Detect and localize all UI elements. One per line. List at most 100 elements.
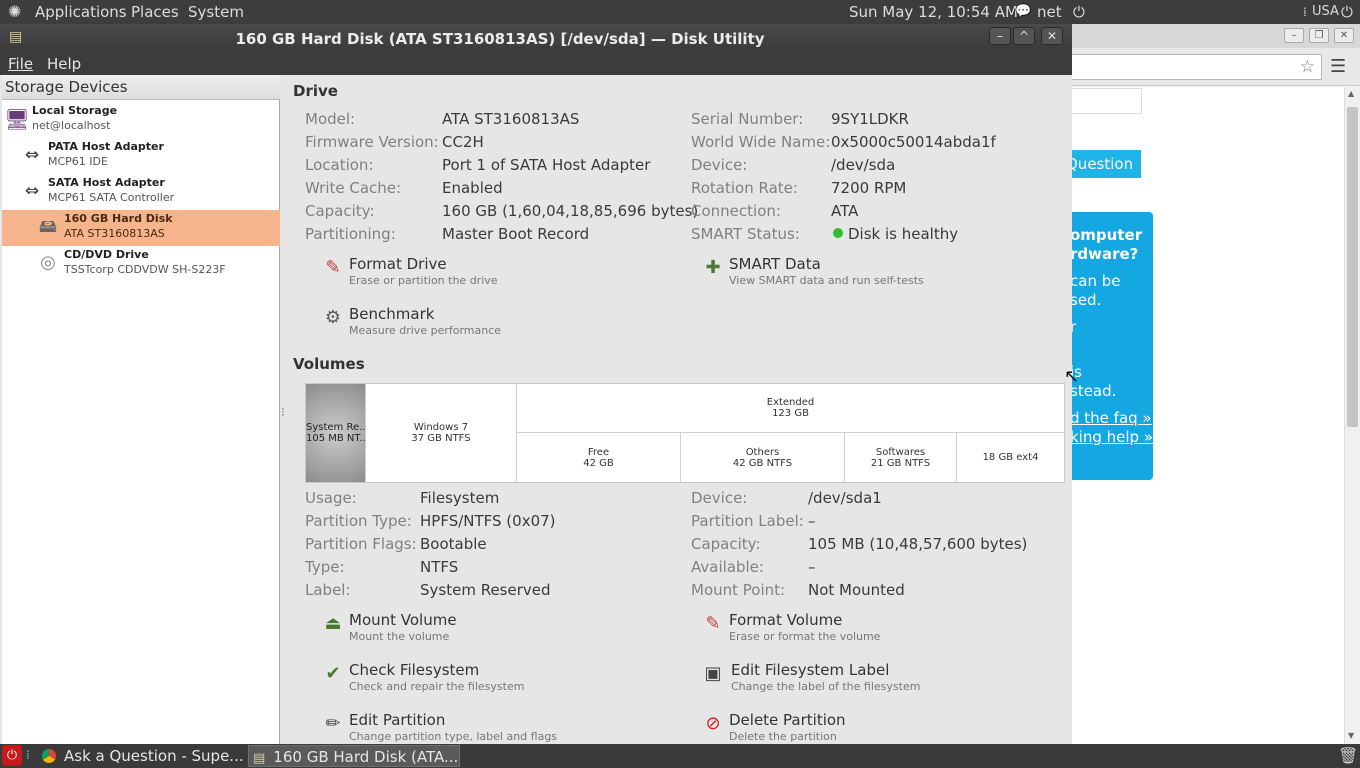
address-bar[interactable]: ☆ — [1072, 54, 1322, 80]
sidebar-header[interactable]: Storage Devices — [2, 75, 280, 100]
mount-volume-button[interactable]: ⏏ Mount Volume Mount the volume — [322, 611, 582, 647]
volume-extended[interactable]: Extended 123 GB — [517, 384, 1064, 433]
volume-free[interactable]: Free 42 GB — [517, 433, 681, 482]
volume-others[interactable]: Others 42 GB NTFS — [681, 433, 845, 482]
faq-link[interactable]: d the faq » — [1072, 409, 1152, 427]
action-desc: Erase or partition the drive — [349, 274, 498, 287]
browser-close-button[interactable]: ✕ — [1334, 28, 1354, 43]
volume-value: 105 MB (10,48,57,600 bytes) — [808, 535, 1028, 553]
pane-resize-grip-icon[interactable]: ⁝ — [281, 405, 285, 419]
user-menu[interactable]: net — [1037, 3, 1062, 21]
scroll-up-icon[interactable]: ▲ — [1348, 89, 1354, 98]
check-filesystem-button[interactable]: ✔ Check Filesystem Check and repair the … — [322, 661, 582, 697]
bookmark-star-icon[interactable]: ☆ — [1300, 57, 1315, 77]
task-disk-utility[interactable]: ▤ 160 GB Hard Disk (ATA... — [248, 745, 460, 767]
scroll-down-icon[interactable]: ▼ — [1348, 731, 1354, 740]
drive-label: Firmware Version: — [305, 133, 439, 151]
ubuntu-logo-icon[interactable]: ✺ — [8, 2, 21, 21]
asking-help-link[interactable]: king help » — [1072, 428, 1153, 446]
volume-ext4[interactable]: 18 GB ext4 — [957, 433, 1064, 482]
benchmark-button[interactable]: ⚙ Benchmark Measure drive performance — [322, 305, 582, 341]
drive-value: Enabled — [442, 179, 503, 197]
volume-value: – — [808, 512, 816, 530]
action-title: SMART Data — [729, 255, 821, 273]
smart-data-button[interactable]: ✚ SMART Data View SMART data and run sel… — [702, 255, 982, 291]
action-title: Format Volume — [729, 611, 843, 629]
volume-windows7[interactable]: Windows 7 37 GB NTFS — [366, 384, 517, 482]
top-panel: ✺ Applications Places System Sun May 12,… — [0, 0, 1360, 24]
chat-icon[interactable]: 💬 — [1015, 4, 1031, 19]
action-desc: Check and repair the filesystem — [349, 680, 525, 693]
task-title: 160 GB Hard Disk (ATA... — [273, 748, 459, 766]
panel-line: r — [1072, 318, 1077, 336]
delete-partition-button[interactable]: ⊘ Delete Partition Delete the partition — [702, 711, 982, 744]
device-cd-dvd[interactable]: ◎ CD/DVD Drive TSSTcorp CDDVDW SH-S223F — [2, 246, 280, 282]
drive-label: Rotation Rate: — [691, 179, 798, 197]
clock[interactable]: Sun May 12, 10:54 AM — [849, 3, 1018, 21]
drive-value: ATA ST3160813AS — [442, 110, 580, 128]
volume-size: 123 GB — [772, 408, 809, 419]
drive-value: 7200 RPM — [831, 179, 907, 197]
power-icon[interactable]: ⏻ — [1073, 3, 1085, 21]
panel-line: rdware? — [1072, 245, 1139, 263]
format-drive-button[interactable]: ✎ Format Drive Erase or partition the dr… — [322, 255, 582, 291]
panel-line: sed. — [1072, 291, 1102, 309]
drive-value: Port 1 of SATA Host Adapter — [442, 156, 651, 174]
action-desc: Delete the partition — [729, 730, 837, 743]
drive-value: 9SY1LDKR — [831, 110, 909, 128]
volume-value: HPFS/NTFS (0x07) — [420, 512, 556, 530]
drive-label: SMART Status: — [691, 225, 800, 243]
menu-help[interactable]: Help — [47, 55, 81, 73]
drive-label: Model: — [305, 110, 356, 128]
places-menu[interactable]: Places — [131, 3, 179, 21]
keyboard-layout[interactable]: USA — [1312, 4, 1339, 19]
menubar: File Help — [0, 52, 1072, 75]
action-title: Delete Partition — [729, 711, 846, 729]
computer-icon: 🖥 — [4, 107, 30, 131]
volume-size: 42 GB NTFS — [732, 457, 793, 469]
chrome-icon — [42, 749, 56, 763]
volume-value: Bootable — [420, 535, 487, 553]
volume-system-reserved[interactable]: System Re... 105 MB NT... — [306, 384, 366, 482]
action-desc: Erase or format the volume — [729, 630, 881, 643]
scrollbar-thumb[interactable] — [1347, 107, 1358, 427]
browser-minimize-button[interactable]: – — [1284, 28, 1304, 43]
browser-scrollbar[interactable]: ▲ ▼ — [1344, 87, 1360, 744]
volume-value: Filesystem — [420, 489, 500, 507]
close-button[interactable]: ✕ — [1041, 27, 1063, 45]
task-browser[interactable]: Ask a Question - Supe... — [38, 745, 244, 767]
maximize-button[interactable]: ^ — [1013, 27, 1035, 45]
action-desc: View SMART data and run self-tests — [729, 274, 924, 287]
applications-menu[interactable]: Applications — [35, 3, 127, 21]
window-titlebar[interactable]: ▤ 160 GB Hard Disk (ATA ST3160813AS) [/d… — [0, 24, 1072, 52]
edit-partition-button[interactable]: ✏ Edit Partition Change partition type, … — [322, 711, 582, 744]
device-sata-adapter[interactable]: ⇔ SATA Host Adapter MCP61 SATA Controlle… — [2, 174, 280, 210]
minimize-button[interactable]: – — [989, 27, 1011, 45]
benchmark-icon: ⚙ — [324, 307, 342, 328]
browser-menu-icon[interactable]: ☰ — [1330, 56, 1346, 77]
power-settings-icon[interactable]: ⏻ — [1341, 3, 1353, 21]
menu-file[interactable]: File — [8, 55, 33, 73]
format-volume-button[interactable]: ✎ Format Volume Erase or format the volu… — [702, 611, 982, 647]
ask-question-button[interactable]: Question — [1072, 150, 1141, 178]
device-name: Local Storage — [32, 104, 118, 117]
volume-softwares[interactable]: Softwares 21 GB NTFS — [845, 433, 957, 482]
panel-line: can be — [1072, 272, 1121, 290]
delete-partition-icon: ⊘ — [705, 713, 721, 734]
device-local-storage[interactable]: 🖥 Local Storage net@localhost — [2, 102, 280, 138]
device-pata-adapter[interactable]: ⇔ PATA Host Adapter MCP61 IDE — [2, 138, 280, 174]
drive-label: Write Cache: — [305, 179, 402, 197]
system-menu[interactable]: System — [188, 3, 244, 21]
edit-filesystem-label-button[interactable]: ▣ Edit Filesystem Label Change the label… — [702, 661, 992, 697]
page-search-input[interactable] — [1072, 88, 1142, 114]
host-adapter-icon: ⇔ — [24, 181, 40, 201]
action-desc: Measure drive performance — [349, 324, 502, 337]
device-hard-disk[interactable]: 🖴 160 GB Hard Disk ATA ST3160813AS — [2, 210, 280, 246]
volume-value: – — [808, 558, 816, 576]
action-desc: Change partition type, label and flags — [349, 730, 558, 743]
device-sub: MCP61 IDE — [48, 155, 108, 168]
browser-maximize-button[interactable]: ❐ — [1309, 28, 1329, 43]
trash-icon[interactable]: 🗑 — [1338, 746, 1358, 765]
show-desktop-icon[interactable]: ⏻ — [2, 745, 22, 766]
action-desc: Change the label of the filesystem — [731, 680, 921, 693]
